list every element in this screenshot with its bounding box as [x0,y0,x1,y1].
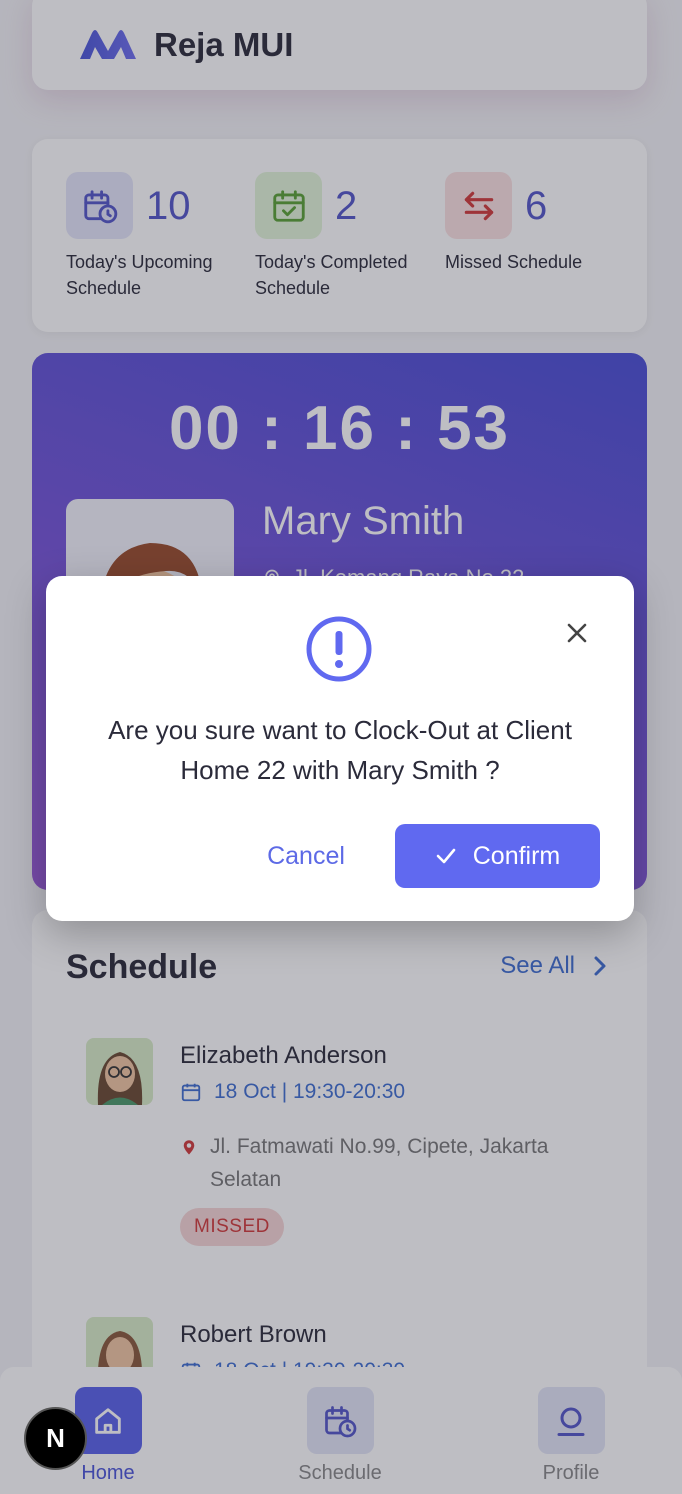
dialog-message: Are you sure want to Clock-Out at Client… [108,715,572,785]
home-screen: Reja MUI 10 Today's Upcoming Schedule 2 … [0,0,682,1494]
check-icon [436,848,456,864]
close-icon[interactable] [564,620,590,646]
confirm-label: Confirm [472,841,561,870]
cancel-button[interactable]: Cancel [246,824,366,888]
dev-tools-badge[interactable]: N [24,1407,87,1470]
exclamation-circle-icon [306,616,372,682]
clock-out-dialog: Are you sure want to Clock-Out at Client… [46,576,634,921]
confirm-button[interactable]: Confirm [395,824,600,888]
